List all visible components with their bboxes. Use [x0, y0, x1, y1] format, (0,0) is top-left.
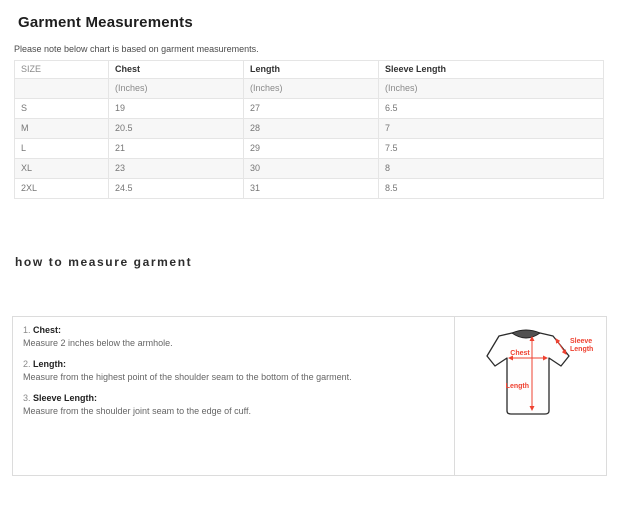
- length-label: Length: [505, 383, 528, 390]
- table-row: XL 23 30 8: [15, 159, 604, 179]
- instructions-panel: 1. Chest: Measure 2 inches below the arm…: [13, 317, 455, 475]
- table-units-row: (Inches) (Inches) (Inches): [15, 79, 604, 99]
- table-header-row: SIZE Chest Length Sleeve Length: [15, 61, 604, 79]
- sleeve-length-cell: 8.5: [379, 179, 604, 199]
- instruction-text: Measure 2 inches below the armhole.: [23, 337, 444, 349]
- page-title: Garment Measurements: [18, 14, 625, 31]
- column-header-sleeve-length: Sleeve Length: [379, 61, 604, 79]
- size-cell: 2XL: [15, 179, 109, 199]
- instruction-heading: 3. Sleeve Length:: [23, 392, 444, 404]
- size-cell: S: [15, 99, 109, 119]
- sleeve-length-cell: 8: [379, 159, 604, 179]
- sleeve-length-label-line2: Length: [570, 346, 593, 353]
- chest-cell: 19: [109, 99, 244, 119]
- instruction-heading: 1. Chest:: [23, 324, 444, 336]
- units-cell: (Inches): [109, 79, 244, 99]
- column-header-size: SIZE: [15, 61, 109, 79]
- column-header-chest: Chest: [109, 61, 244, 79]
- instruction-item: 2. Length: Measure from the highest poin…: [23, 358, 444, 383]
- tshirt-diagram: Chest Length Sleeve Length: [455, 317, 606, 475]
- tshirt-measurement-illustration: Chest Length Sleeve Length: [464, 325, 598, 425]
- instruction-label: Chest:: [33, 325, 61, 335]
- sleeve-length-cell: 6.5: [379, 99, 604, 119]
- length-cell: 31: [244, 179, 379, 199]
- instruction-text: Measure from the highest point of the sh…: [23, 371, 444, 383]
- instruction-item: 3. Sleeve Length: Measure from the shoul…: [23, 392, 444, 417]
- length-cell: 29: [244, 139, 379, 159]
- measure-section-title: how to measure garment: [15, 255, 625, 269]
- sleeve-length-cell: 7: [379, 119, 604, 139]
- size-cell: M: [15, 119, 109, 139]
- units-cell: (Inches): [379, 79, 604, 99]
- sleeve-length-cell: 7.5: [379, 139, 604, 159]
- length-cell: 28: [244, 119, 379, 139]
- instruction-heading: 2. Length:: [23, 358, 444, 370]
- tshirt-outline: [487, 333, 569, 414]
- chest-label: Chest: [510, 350, 530, 357]
- instruction-item: 1. Chest: Measure 2 inches below the arm…: [23, 324, 444, 349]
- column-header-length: Length: [244, 61, 379, 79]
- chest-cell: 20.5: [109, 119, 244, 139]
- size-chart-page: Garment Measurements Please note below c…: [0, 14, 625, 514]
- sleeve-length-label-line1: Sleeve: [570, 338, 592, 345]
- chest-cell: 24.5: [109, 179, 244, 199]
- table-row: S 19 27 6.5: [15, 99, 604, 119]
- instruction-text: Measure from the shoulder joint seam to …: [23, 405, 444, 417]
- chest-cell: 23: [109, 159, 244, 179]
- length-cell: 27: [244, 99, 379, 119]
- length-cell: 30: [244, 159, 379, 179]
- instruction-number: 3.: [23, 393, 31, 403]
- table-row: 2XL 24.5 31 8.5: [15, 179, 604, 199]
- chart-note: Please note below chart is based on garm…: [14, 44, 625, 54]
- instruction-number: 2.: [23, 359, 31, 369]
- units-cell: [15, 79, 109, 99]
- instruction-label: Sleeve Length:: [33, 393, 97, 403]
- chest-cell: 21: [109, 139, 244, 159]
- size-chart-table: SIZE Chest Length Sleeve Length (Inches)…: [14, 60, 604, 199]
- instruction-number: 1.: [23, 325, 31, 335]
- units-cell: (Inches): [244, 79, 379, 99]
- table-row: L 21 29 7.5: [15, 139, 604, 159]
- measure-box: 1. Chest: Measure 2 inches below the arm…: [12, 316, 607, 476]
- size-cell: L: [15, 139, 109, 159]
- table-row: M 20.5 28 7: [15, 119, 604, 139]
- instruction-label: Length:: [33, 359, 66, 369]
- size-cell: XL: [15, 159, 109, 179]
